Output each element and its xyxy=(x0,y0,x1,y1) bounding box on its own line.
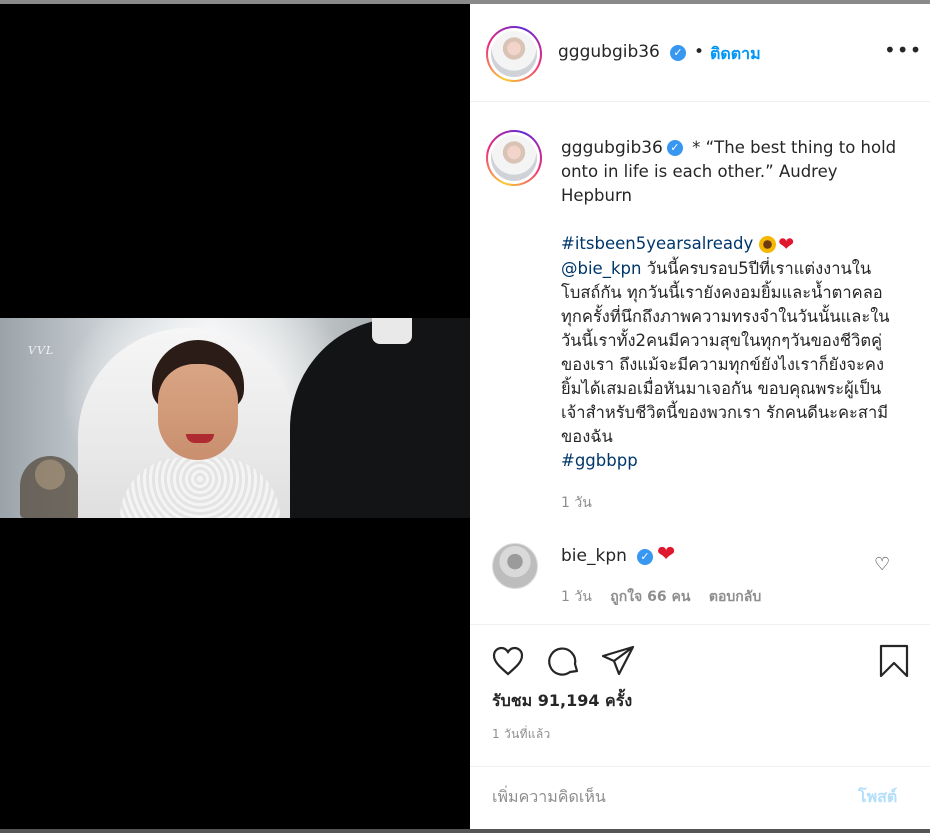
background-guest xyxy=(20,456,80,518)
caption-timestamp[interactable]: 1 วัน xyxy=(561,492,592,514)
video-watermark: VVL xyxy=(28,344,55,357)
caption-avatar[interactable] xyxy=(486,130,542,186)
caption-body: วันนี้ครบรอบ5ปีที่เราแต่งงานในโบสถ์กัน ท… xyxy=(561,258,890,446)
comment-timestamp[interactable]: 1 วัน xyxy=(561,589,592,605)
comment-likes-count[interactable]: ถูกใจ 66 คน xyxy=(610,589,690,605)
mention-link[interactable]: @bie_kpn xyxy=(561,259,641,278)
author-avatar[interactable] xyxy=(486,26,542,82)
heart-emoji-icon: ❤ xyxy=(778,233,795,256)
commenter-avatar[interactable] xyxy=(492,543,538,589)
bookmark-icon[interactable] xyxy=(876,643,912,679)
post-caption: gggubgib36 ✓ * “The best thing to hold on… xyxy=(561,136,901,473)
heart-icon[interactable] xyxy=(490,643,526,679)
author-username[interactable]: gggubgib36 xyxy=(558,42,660,62)
bride-face xyxy=(158,364,238,460)
post-side-panel: gggubgib36 ✓ • ติดตาม ••• gggubgib36 ✓ * … xyxy=(470,4,930,829)
post-timestamp[interactable]: 1 วันที่แล้ว xyxy=(492,725,551,744)
hashtag-link[interactable]: #itsbeen5yearsalready xyxy=(561,234,753,253)
add-comment-bar: เพิ่มความคิดเห็น โพสต์ xyxy=(470,766,930,829)
sunflower-icon xyxy=(759,236,777,253)
verified-icon: ✓ xyxy=(637,549,653,565)
comment-icon[interactable] xyxy=(546,643,582,679)
verified-icon: ✓ xyxy=(670,45,686,61)
post-header: gggubgib36 ✓ • ติดตาม ••• xyxy=(470,4,930,102)
caption-username[interactable]: gggubgib36 xyxy=(561,138,663,158)
window-bottom-strip xyxy=(0,829,930,833)
follow-button[interactable]: ติดตาม xyxy=(710,42,761,67)
video-frame: VVL xyxy=(0,318,470,518)
verified-icon: ✓ xyxy=(666,139,683,156)
view-count[interactable]: รับชม 91,194 ครั้ง xyxy=(492,689,632,714)
video-player[interactable]: VVL xyxy=(0,4,470,829)
reply-button[interactable]: ตอบกลับ xyxy=(709,589,761,605)
comment-input[interactable]: เพิ่มความคิดเห็น xyxy=(492,785,606,810)
share-icon[interactable] xyxy=(600,643,636,679)
heart-emoji-icon: ❤ xyxy=(657,542,676,567)
comment-like-icon[interactable]: ♡ xyxy=(874,554,890,575)
hashtag-link[interactable]: #ggbbpp xyxy=(561,451,638,470)
separator-dot: • xyxy=(694,42,705,62)
post-comment-button[interactable]: โพสต์ xyxy=(858,785,897,810)
comment-username[interactable]: bie_kpn xyxy=(561,546,627,566)
comment-meta: 1 วัน ถูกใจ 66 คน ตอบกลับ xyxy=(561,586,775,608)
more-icon[interactable]: ••• xyxy=(884,38,922,62)
